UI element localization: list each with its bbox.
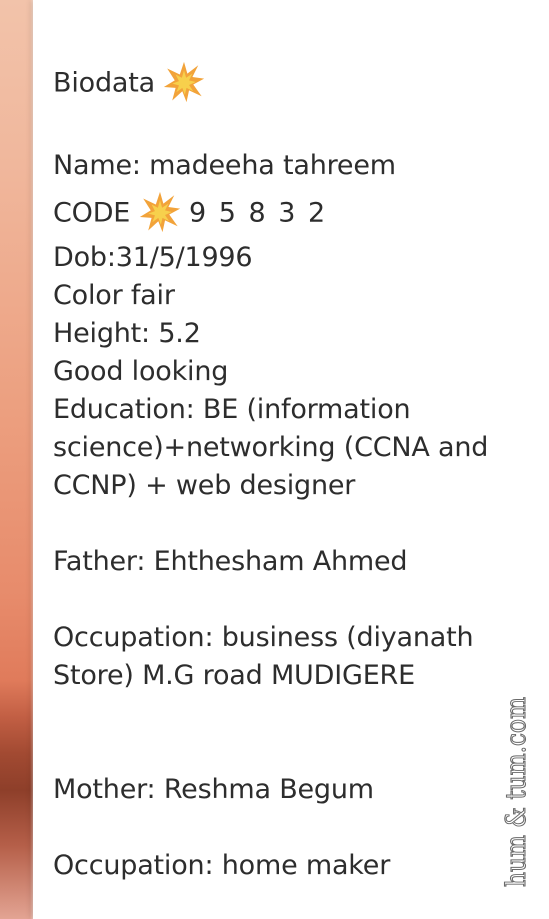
collision-emoji-icon [163, 61, 205, 103]
collision-emoji-icon [139, 191, 181, 233]
education-line-2: science)+networking (CCNA and [53, 432, 489, 463]
color-line: Color fair [53, 280, 175, 311]
watermark-text: hum & tum.com [501, 697, 532, 887]
code-label: CODE [53, 197, 131, 229]
education-line-3: CCNP) + web designer [53, 470, 356, 501]
looks-line: Good looking [53, 356, 229, 387]
dob-line: Dob:31/5/1996 [53, 242, 253, 273]
biodata-title-line: Biodata [53, 61, 205, 105]
background-image-strip [0, 0, 33, 919]
father-line: Father: Ehthesham Ahmed [53, 546, 408, 577]
father-occupation-line-2: Store) M.G road MUDIGERE [53, 660, 415, 691]
height-line: Height: 5.2 [53, 318, 201, 349]
mother-line: Mother: Reshma Begum [53, 774, 374, 805]
education-line-1: Education: BE (information [53, 394, 411, 425]
code-value: 9 5 8 3 2 [188, 197, 328, 229]
biodata-card: Biodata Name: madeeha tahreem CODE 9 5 8… [33, 0, 549, 919]
name-line: Name: madeeha tahreem [53, 150, 396, 181]
father-occupation-line-1: Occupation: business (diyanath [53, 622, 474, 653]
mother-occupation-line: Occupation: home maker [53, 850, 391, 881]
watermark: hum & tum.com [496, 690, 534, 890]
biodata-title: Biodata [53, 67, 155, 99]
code-line: CODE 9 5 8 3 2 [53, 191, 328, 235]
